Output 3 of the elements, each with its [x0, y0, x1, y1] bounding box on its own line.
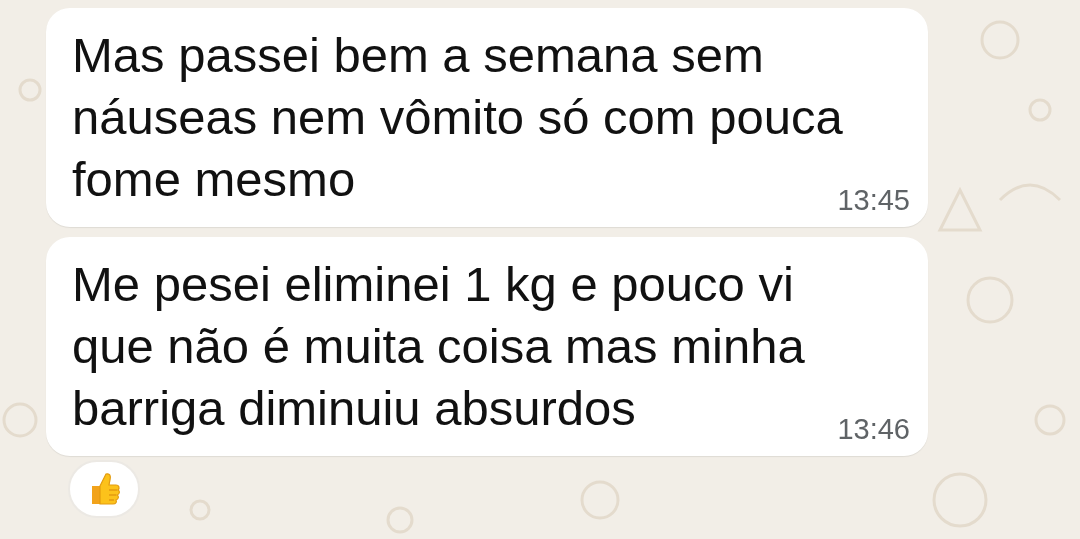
message-time: 13:46	[837, 413, 910, 446]
message-time: 13:45	[837, 184, 910, 217]
message-text: Me pesei eliminei 1 kg e pouco vi que não é muita coisa mas minha barriga diminuiu absurdos	[72, 256, 805, 437]
